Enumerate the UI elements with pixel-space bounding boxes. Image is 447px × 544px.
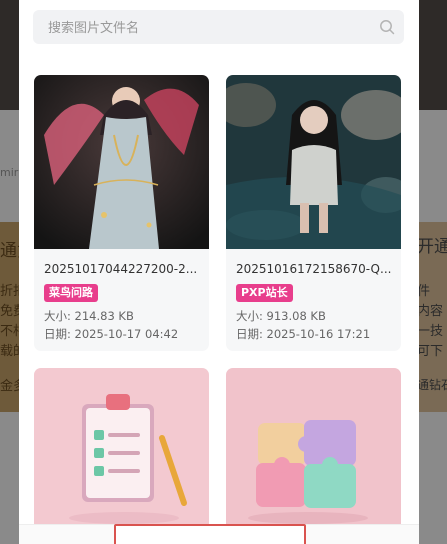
uploader-tag: 菜鸟问路 [44, 284, 98, 302]
image-card[interactable]: 20251017044227200-2... 菜鸟问路 大小: 214.83 K… [34, 75, 209, 351]
image-thumbnail[interactable] [34, 368, 209, 542]
image-thumbnail[interactable] [226, 75, 401, 249]
image-card[interactable] [34, 368, 209, 544]
background-text: 可下 [417, 344, 444, 359]
image-thumbnail[interactable] [226, 368, 401, 542]
image-date: 日期: 2025-10-16 17:21 [236, 327, 371, 341]
search-icon[interactable] [379, 19, 395, 35]
search-input[interactable] [46, 10, 370, 46]
confirm-button[interactable] [114, 524, 306, 544]
uploader-tag: PXP站长 [236, 284, 293, 302]
image-card[interactable]: 20251016172158670-Q... PXP站长 大小: 913.08 … [226, 75, 401, 351]
image-picker-modal: 20251017044227200-2... 菜鸟问路 大小: 214.83 K… [19, 0, 419, 544]
background-text: mir [0, 166, 19, 179]
image-filename: 20251016172158670-Q... [236, 262, 392, 276]
search-bar [33, 10, 404, 46]
background-text: 通钻石 [417, 378, 447, 392]
image-date: 日期: 2025-10-17 04:42 [44, 327, 179, 341]
image-thumbnail[interactable] [34, 75, 209, 249]
image-size: 大小: 214.83 KB [44, 309, 134, 323]
image-card[interactable] [226, 368, 401, 544]
background-text: 开通 [417, 237, 447, 257]
background-text: 内容 [417, 304, 444, 319]
background-text: 一技 [417, 324, 444, 339]
image-filename: 20251017044227200-2... [44, 262, 198, 276]
image-size: 大小: 913.08 KB [236, 309, 326, 323]
